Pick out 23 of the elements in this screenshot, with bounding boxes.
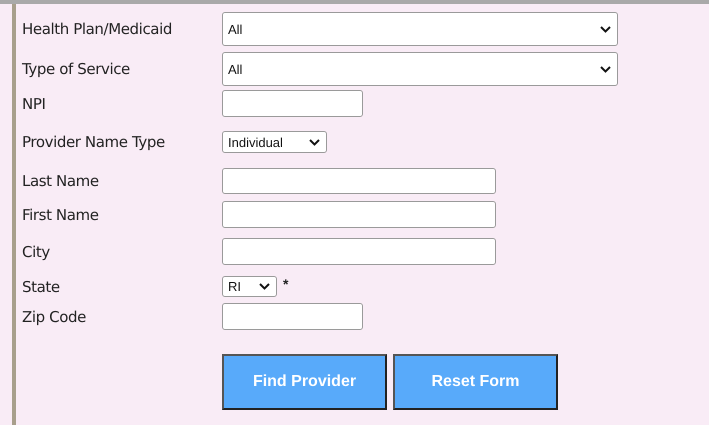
field-label: State: [22, 278, 61, 296]
field-label: Type of Service: [22, 60, 131, 78]
dropdown-select[interactable]: All: [222, 52, 618, 86]
input-field[interactable]: [222, 90, 363, 117]
chevron-down-icon: [600, 66, 611, 72]
field-label: NPI: [22, 94, 46, 112]
required-mark: *: [283, 276, 288, 292]
chevron-down-icon: [309, 138, 320, 146]
input-field[interactable]: [222, 168, 496, 194]
field-label: Provider Name Type: [22, 133, 166, 151]
field-label: First Name: [22, 206, 100, 224]
dropdown-select[interactable]: RI: [222, 276, 277, 297]
input-field[interactable]: [222, 201, 496, 228]
dropdown-select[interactable]: Individual: [222, 131, 327, 153]
chevron-down-icon: [600, 26, 611, 32]
field-label: Last Name: [22, 172, 100, 190]
input-field[interactable]: [222, 303, 363, 330]
chevron-down-icon: [259, 283, 270, 290]
field-label: City: [22, 242, 51, 260]
field-label: Zip Code: [22, 308, 87, 326]
input-field[interactable]: [222, 238, 496, 265]
dropdown-select[interactable]: All: [222, 12, 618, 46]
field-label: Health Plan/Medicaid: [22, 20, 173, 38]
